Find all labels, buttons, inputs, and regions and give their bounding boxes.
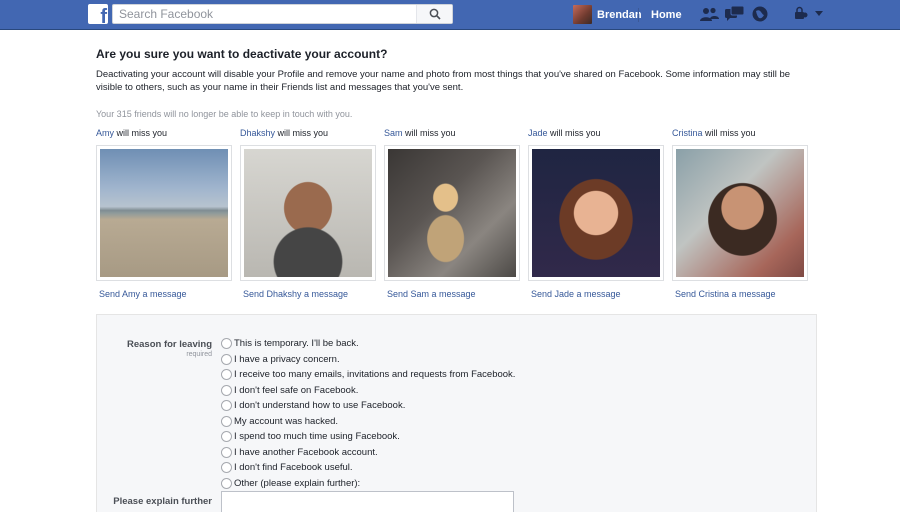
friend-card: Sam will miss you Send Sam a message (384, 128, 520, 299)
reason-option[interactable]: This is temporary. I'll be back. (221, 336, 515, 352)
friend-card: Amy will miss you Send Amy a message (96, 128, 232, 299)
reason-option[interactable]: Other (please explain further): (221, 476, 515, 492)
friend-photo (532, 149, 660, 277)
reason-radio[interactable] (221, 369, 232, 381)
privacy-shortcuts-icon[interactable] (794, 6, 808, 20)
profile-name: Brendan (597, 8, 642, 21)
profile-link[interactable]: Brendan (573, 5, 642, 24)
friend-requests-icon[interactable] (700, 6, 719, 22)
friend-photo-frame[interactable] (672, 145, 808, 281)
reason-radio[interactable] (221, 446, 232, 458)
chevron-down-icon[interactable] (815, 11, 823, 16)
notifications-globe-icon[interactable] (752, 6, 768, 22)
friend-photo (676, 149, 804, 277)
send-message-link[interactable]: Send Sam a message (387, 289, 476, 299)
reason-option[interactable]: My account was hacked. (221, 414, 515, 430)
reason-option[interactable]: I receive too many emails, invitations a… (221, 367, 515, 383)
reason-radio[interactable] (221, 477, 232, 489)
friend-card: Jade will miss you Send Jade a message (528, 128, 664, 299)
reason-panel: Reason for leaving required This is temp… (96, 314, 817, 512)
reason-radio[interactable] (221, 384, 232, 396)
messages-icon[interactable] (725, 6, 744, 22)
explain-further-textarea[interactable] (221, 491, 514, 512)
send-message-link[interactable]: Send Dhakshy a message (243, 289, 348, 299)
page-title: Are you sure you want to deactivate your… (96, 47, 388, 61)
reason-label: Reason for leaving (127, 339, 212, 350)
reason-radio[interactable] (221, 462, 232, 474)
friends-count-note: Your 315 friends will no longer be able … (96, 109, 353, 119)
search-input[interactable] (113, 5, 423, 23)
friend-photo-frame[interactable] (528, 145, 664, 281)
send-message-link[interactable]: Send Cristina a message (675, 289, 776, 299)
reason-radio[interactable] (221, 431, 232, 443)
reason-option[interactable]: I don't understand how to use Facebook. (221, 398, 515, 414)
reason-option[interactable]: I spend too much time using Facebook. (221, 429, 515, 445)
send-message-link[interactable]: Send Jade a message (531, 289, 621, 299)
friend-photo-frame[interactable] (96, 145, 232, 281)
reason-option[interactable]: I have another Facebook account. (221, 445, 515, 461)
top-bar: f Brendan Home (0, 0, 900, 30)
reason-options: This is temporary. I'll be back. I have … (221, 336, 515, 491)
nav-divider (638, 8, 639, 22)
friend-name-link[interactable]: Dhakshy (240, 128, 275, 138)
search-icon (429, 8, 441, 20)
reason-option[interactable]: I don't find Facebook useful. (221, 460, 515, 476)
required-label: required (186, 351, 212, 358)
reason-radio[interactable] (221, 338, 232, 350)
explain-label: Please explain further (113, 496, 212, 507)
search-box (112, 4, 453, 24)
friend-name-link[interactable]: Cristina (672, 128, 703, 138)
friend-name-link[interactable]: Jade (528, 128, 548, 138)
friend-photo-frame[interactable] (240, 145, 376, 281)
friend-photo-frame[interactable] (384, 145, 520, 281)
friend-photo (388, 149, 516, 277)
search-button[interactable] (416, 5, 452, 23)
friend-card: Dhakshy will miss you Send Dhakshy a mes… (240, 128, 376, 299)
friend-name-link[interactable]: Sam (384, 128, 403, 138)
reason-option[interactable]: I don't feel safe on Facebook. (221, 383, 515, 399)
avatar (573, 5, 592, 24)
send-message-link[interactable]: Send Amy a message (99, 289, 187, 299)
deactivate-description: Deactivating your account will disable y… (96, 69, 791, 93)
friend-photo (244, 149, 372, 277)
friend-card: Cristina will miss you Send Cristina a m… (672, 128, 808, 299)
reason-radio[interactable] (221, 353, 232, 365)
reason-radio[interactable] (221, 415, 232, 427)
reason-option[interactable]: I have a privacy concern. (221, 352, 515, 368)
home-link[interactable]: Home (651, 9, 682, 21)
friend-photo (100, 149, 228, 277)
facebook-logo-icon[interactable]: f (88, 4, 108, 24)
reason-radio[interactable] (221, 400, 232, 412)
friend-name-link[interactable]: Amy (96, 128, 114, 138)
